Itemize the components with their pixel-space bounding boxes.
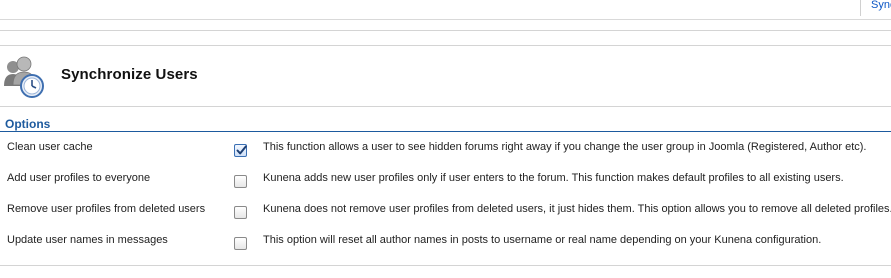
option-label: Clean user cache xyxy=(7,141,93,153)
top-toolbar-band: Sync xyxy=(0,0,891,20)
users-sync-icon xyxy=(2,55,46,99)
option-description: This option will reset all author names … xyxy=(263,234,822,246)
checkmark-icon xyxy=(236,145,247,155)
option-row-remove-user-profiles: Remove user profiles from deleted users … xyxy=(0,203,891,225)
option-description: This function allows a user to see hidde… xyxy=(263,141,867,153)
option-row-update-user-names: Update user names in messages This optio… xyxy=(0,234,891,256)
option-label: Remove user profiles from deleted users xyxy=(7,203,206,215)
remove-user-profiles-checkbox[interactable] xyxy=(234,206,247,219)
section-divider xyxy=(0,131,891,132)
add-user-profiles-checkbox[interactable] xyxy=(234,175,247,188)
divider xyxy=(0,30,891,31)
options-section-title: Options xyxy=(5,117,51,131)
page-title: Synchronize Users xyxy=(61,66,198,83)
option-label: Add user profiles to everyone xyxy=(7,172,151,184)
divider xyxy=(0,265,891,266)
option-description: Kunena adds new user profiles only if us… xyxy=(263,172,844,184)
divider xyxy=(0,45,891,46)
option-row-clean-user-cache: Clean user cache This function allows a … xyxy=(0,141,891,163)
divider xyxy=(0,106,891,107)
update-user-names-checkbox[interactable] xyxy=(234,237,247,250)
option-description: Kunena does not remove user profiles fro… xyxy=(263,203,891,215)
sync-tab[interactable]: Sync xyxy=(860,0,891,16)
option-label: Update user names in messages xyxy=(7,234,168,246)
clean-user-cache-checkbox[interactable] xyxy=(234,144,247,157)
option-row-add-user-profiles: Add user profiles to everyone Kunena add… xyxy=(0,172,891,194)
